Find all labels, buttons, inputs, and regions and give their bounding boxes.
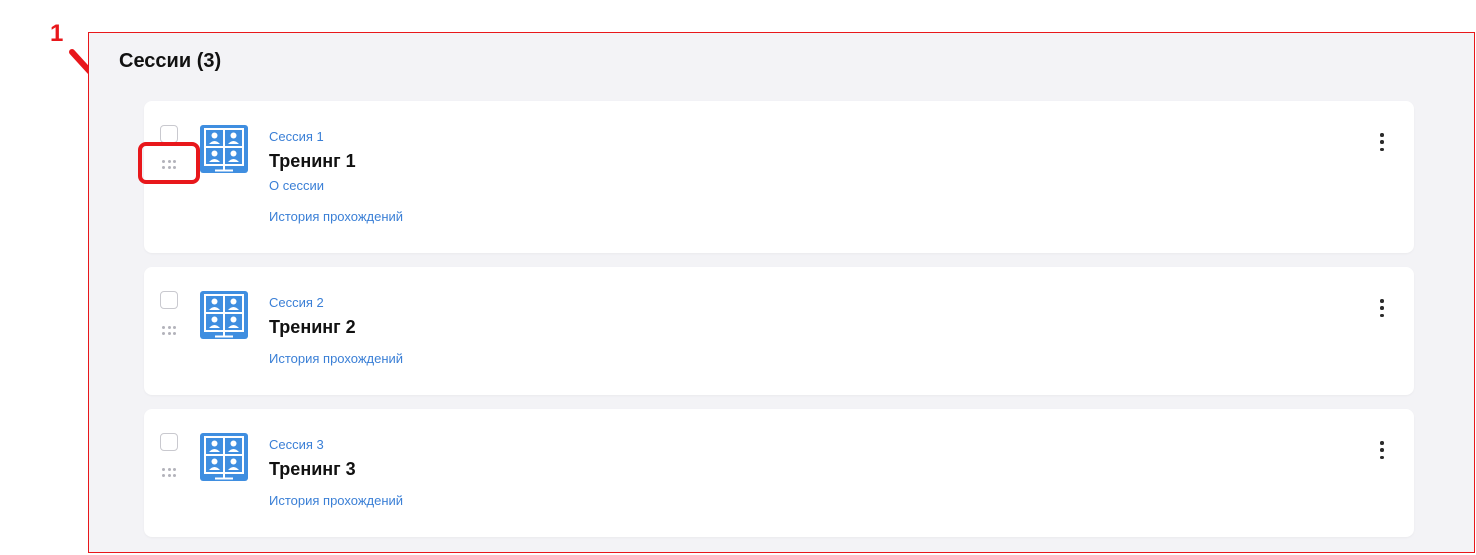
session-name: Тренинг 2 [269, 317, 356, 337]
more-options-icon[interactable] [1378, 441, 1386, 459]
select-checkbox[interactable] [160, 433, 178, 451]
panel-title: Сессии (3) [119, 50, 222, 72]
select-checkbox[interactable] [160, 291, 178, 309]
drag-handle-icon[interactable] [162, 468, 178, 478]
history-link[interactable]: История прохождений [269, 493, 403, 508]
more-options-icon[interactable] [1378, 133, 1386, 151]
select-checkbox[interactable] [160, 125, 178, 143]
more-options-icon[interactable] [1378, 299, 1386, 317]
session-label[interactable]: Сессия 1 [269, 129, 324, 144]
session-label[interactable]: Сессия 3 [269, 437, 324, 452]
about-session-link[interactable]: О сессии [269, 178, 324, 193]
video-conference-icon [200, 433, 248, 481]
drag-handle-icon[interactable] [162, 326, 178, 336]
session-label[interactable]: Сессия 2 [269, 295, 324, 310]
session-name: Тренинг 1 [269, 151, 356, 171]
session-name: Тренинг 3 [269, 459, 356, 479]
session-card[interactable]: Сессия 1 Тренинг 1 О сессии История прох… [144, 101, 1414, 253]
video-conference-icon [200, 125, 248, 173]
history-link[interactable]: История прохождений [269, 209, 403, 224]
session-card[interactable]: Сессия 3 Тренинг 3 История прохождений [144, 409, 1414, 537]
video-conference-icon [200, 291, 248, 339]
sessions-panel: Сессии (3) Сессия 1 Тренинг 1 О сессии И… [88, 32, 1475, 553]
drag-handle-icon[interactable] [162, 160, 178, 170]
session-card[interactable]: Сессия 2 Тренинг 2 История прохождений [144, 267, 1414, 395]
history-link[interactable]: История прохождений [269, 351, 403, 366]
